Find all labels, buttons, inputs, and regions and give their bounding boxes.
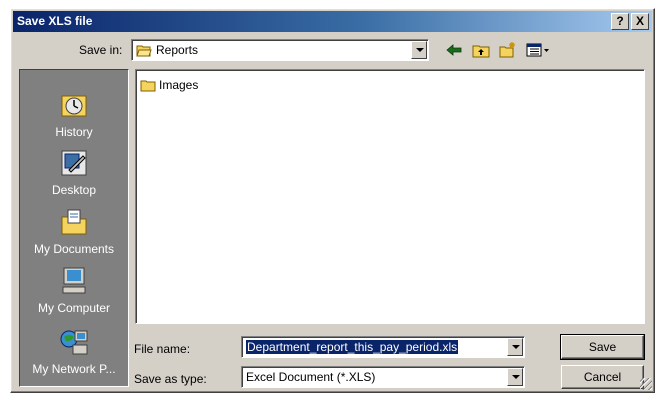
my-documents-icon — [61, 209, 87, 235]
folder-icon — [140, 80, 156, 91]
back-arrow-icon — [446, 44, 462, 56]
place-label-my-computer: My Computer — [37, 301, 111, 315]
toolbar — [443, 39, 552, 61]
save-button[interactable]: Save — [560, 334, 645, 360]
save-in-dropdown-arrow[interactable] — [411, 41, 427, 59]
create-new-folder-button[interactable] — [497, 40, 519, 60]
place-my-network-places[interactable]: My Network P... — [20, 327, 128, 376]
file-name-label: File name: — [134, 342, 191, 356]
up-one-level-button[interactable] — [470, 40, 492, 60]
up-folder-icon — [472, 45, 490, 57]
save-in-value: Reports — [156, 43, 199, 57]
save-as-type-value: Excel Document (*.XLS) — [246, 370, 376, 384]
new-folder-icon — [499, 42, 515, 58]
file-list[interactable]: Images — [135, 69, 645, 324]
history-icon — [61, 95, 87, 117]
save-in-label: Save in: — [79, 43, 123, 57]
file-name-dropdown-arrow[interactable] — [507, 338, 523, 356]
save-as-type-label: Save as type: — [134, 372, 207, 386]
network-places-icon — [60, 330, 88, 355]
save-as-type-dropdown[interactable]: Excel Document (*.XLS) — [241, 366, 525, 388]
places-bar: History Desktop My Documents My Computer… — [19, 69, 129, 387]
place-desktop[interactable]: Desktop — [20, 148, 128, 197]
file-name-input[interactable]: Department_report_this_pay_period.xls — [241, 336, 525, 358]
view-menu-button[interactable] — [524, 40, 552, 60]
place-my-documents[interactable]: My Documents — [20, 207, 128, 256]
place-my-computer[interactable]: My Computer — [20, 266, 128, 315]
save-dialog: Save XLS file ? X Save in: Reports Histo… — [10, 8, 655, 393]
save-in-dropdown[interactable]: Reports — [131, 39, 429, 61]
my-computer-icon — [62, 267, 86, 294]
close-button[interactable]: X — [631, 13, 649, 30]
place-label-desktop: Desktop — [51, 183, 97, 197]
save-as-type-dropdown-arrow[interactable] — [507, 368, 523, 386]
desktop-icon — [61, 150, 87, 176]
list-item[interactable]: Images — [140, 78, 198, 92]
back-button[interactable] — [443, 40, 465, 60]
folder-open-icon — [136, 45, 152, 56]
window-title: Save XLS file — [17, 14, 93, 28]
place-label-history: History — [55, 125, 93, 139]
resize-grip[interactable] — [640, 378, 652, 390]
file-name-value: Department_report_this_pay_period.xls — [246, 340, 459, 354]
help-button[interactable]: ? — [611, 13, 629, 30]
file-item-name: Images — [159, 78, 199, 92]
place-label-my-documents: My Documents — [33, 242, 115, 256]
cancel-button[interactable]: Cancel — [561, 365, 644, 389]
place-label-my-network-places: My Network P... — [32, 362, 116, 376]
title-bar[interactable]: Save XLS file ? X — [13, 11, 652, 32]
place-history[interactable]: History — [20, 90, 128, 139]
view-menu-icon — [526, 43, 549, 57]
